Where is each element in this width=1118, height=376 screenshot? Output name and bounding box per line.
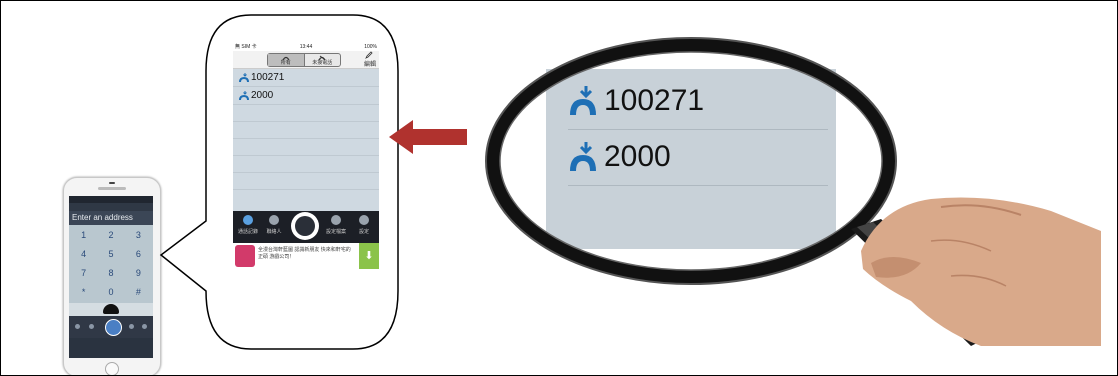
illustration: Enter an address 1 2 3 4 5 6 7 8 9 * 0 # (0, 0, 1118, 376)
magnifying-glass-icon (485, 37, 1101, 346)
